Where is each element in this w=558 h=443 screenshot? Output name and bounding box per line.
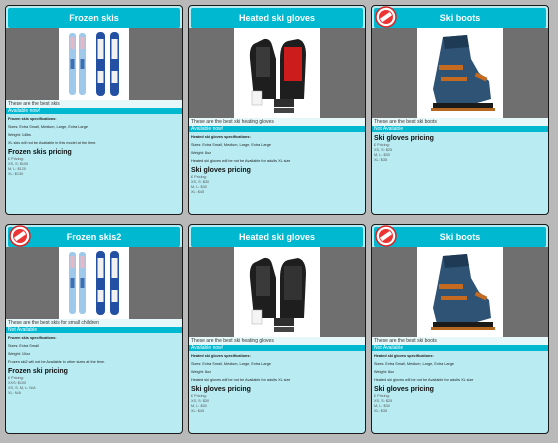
sale-badge-icon [375,225,397,247]
product-card-6: Ski boots These are the best ski boots N… [371,224,549,434]
product-image-area [372,247,548,337]
spec-weight: Weight: 8oz [191,151,211,155]
product-card-4: Frozen skis2 These are the best skis for… [5,224,183,434]
spec-title: Heated ski gloves specifications: [191,354,251,358]
card-header: Heated ski gloves [191,227,363,247]
spec-sizes: Sizes: Extra Small, Medium, Large, Extra… [8,125,88,129]
price-line: XL: $35 [374,158,388,162]
boots-image [417,29,503,117]
spec-weight: Weight: 10oz [8,352,31,356]
spec-note: Heated ski gloves will be not be Availab… [191,378,291,382]
product-image[interactable] [59,28,129,100]
product-card-1: Frozen skis These are the best skis Avai… [5,5,183,215]
product-grid: Frozen skis These are the best skis Avai… [5,5,549,434]
product-image-area [189,28,365,118]
spec-sizes: Sizes: Extra Small, Medium, Large, Extra… [191,362,271,366]
spec-title: Heated ski gloves specifications: [374,354,434,358]
pricing-heading: Ski gloves pricing [191,167,251,174]
card-title: Frozen skis2 [66,232,122,242]
spec-note: Frozen ski2 will not be Available in oth… [8,360,106,364]
spec-weight: Weight: 8oz [191,370,211,374]
sale-badge-icon [375,6,397,28]
pricing-heading: Frozen ski pricing [8,368,68,375]
spec-title: Frozen skis specifications: [8,117,57,121]
product-image-area [6,28,182,100]
spec-note: Heated ski gloves will be not be Availab… [191,159,291,163]
product-caption: These are the best ski boots [372,118,548,126]
product-details: Heated ski gloves specifications: Sizes:… [189,351,365,415]
product-card-3: Ski boots These are the best ski boots N… [371,5,549,215]
product-image[interactable] [234,28,320,118]
price-list: £ Pricing: XS, S: $25 M, L: $30 XL: $35 [374,143,546,163]
product-details: Frozen skis specifications: Sizes: Extra… [6,333,182,397]
spec-title: Frozen skis specifications: [8,336,57,340]
card-title: Ski boots [439,232,481,242]
price-list: £ Pricing: XS, S: $30 M, L: $30 XL: $45 [191,175,363,195]
spec-weight: Weight: 14lbs [8,133,31,137]
card-title: Frozen skis [69,13,119,23]
card-header: Frozen skis [8,8,180,28]
pricing-heading: Ski gloves pricing [191,386,251,393]
card-header: Heated ski gloves [191,8,363,28]
gloves-image [234,248,320,336]
price-line: XL: $45 [191,190,205,194]
product-image[interactable] [417,247,503,337]
card-header: Ski boots [374,225,546,247]
sale-badge-icon [9,225,31,247]
product-details: Heated ski gloves specifications: Sizes:… [189,132,365,196]
price-line: XL: $130 [8,172,24,176]
product-image-area [6,247,182,319]
spec-sizes: Sizes: Extra Small [8,344,39,348]
pricing-heading: Ski gloves pricing [374,135,434,142]
product-card-5: Heated ski gloves These are the best ski… [188,224,366,434]
spec-title: Heated ski gloves specifications: [191,135,251,139]
product-caption: These are the best ski heating gloves [189,337,365,345]
product-image-area [189,247,365,337]
product-details: Frozen skis specifications: Sizes: Extra… [6,114,182,178]
product-image-area [372,28,548,118]
card-header: Frozen skis2 [8,225,180,247]
price-list: £ Pricing: XS, S: $30 M, L: $30 XL: $45 [191,394,363,414]
price-line: XL: N/A [8,391,22,395]
product-image[interactable] [417,28,503,118]
product-image[interactable] [234,247,320,337]
product-caption: These are the best ski boots [372,337,548,345]
spec-weight: Weight: 8oz [374,370,394,374]
price-list: £ Pricing: XS, S: $25 M, L: $30 XL: $35 [374,394,546,414]
skis-image [59,29,129,99]
price-line: XL: $35 [374,409,388,413]
product-image[interactable] [59,247,129,319]
price-list: £ Pricing: XXS: $100 XS, S, M, L: N/A XL: N… [8,376,180,396]
card-header: Ski boots [374,6,546,28]
spec-sizes: Sizes: Extra Small, Medium, Large, Extra… [374,362,454,366]
product-caption: These are the best skis for small childr… [6,319,182,327]
skis-image [59,248,129,318]
product-caption: These are the best skis [6,100,182,108]
card-title: Heated ski gloves [238,13,316,23]
product-details: Heated ski gloves specifications: Sizes:… [372,351,548,415]
price-list: £ Pricing: XS, S: $100 M, L: $120 XL: $130 [8,157,180,177]
product-card-2: Heated ski gloves These are the best ski… [188,5,366,215]
product-details: Ski gloves pricing £ Pricing: XS, S: $25 M… [372,132,548,164]
product-caption: These are the best ski heating gloves [189,118,365,126]
gloves-image [234,29,320,117]
pricing-heading: Frozen skis pricing [8,149,72,156]
pricing-heading: Ski gloves pricing [374,386,434,393]
boots-image [417,248,503,336]
price-line: XL: $45 [191,409,205,413]
spec-sizes: Sizes: Extra Small, Medium, Large, Extra… [191,143,271,147]
spec-note: Heated ski gloves will be not be Availab… [374,378,474,382]
card-title: Heated ski gloves [238,232,316,242]
card-title: Ski boots [439,13,481,23]
spec-note: XL skis will not be Available in this mo… [8,141,97,145]
